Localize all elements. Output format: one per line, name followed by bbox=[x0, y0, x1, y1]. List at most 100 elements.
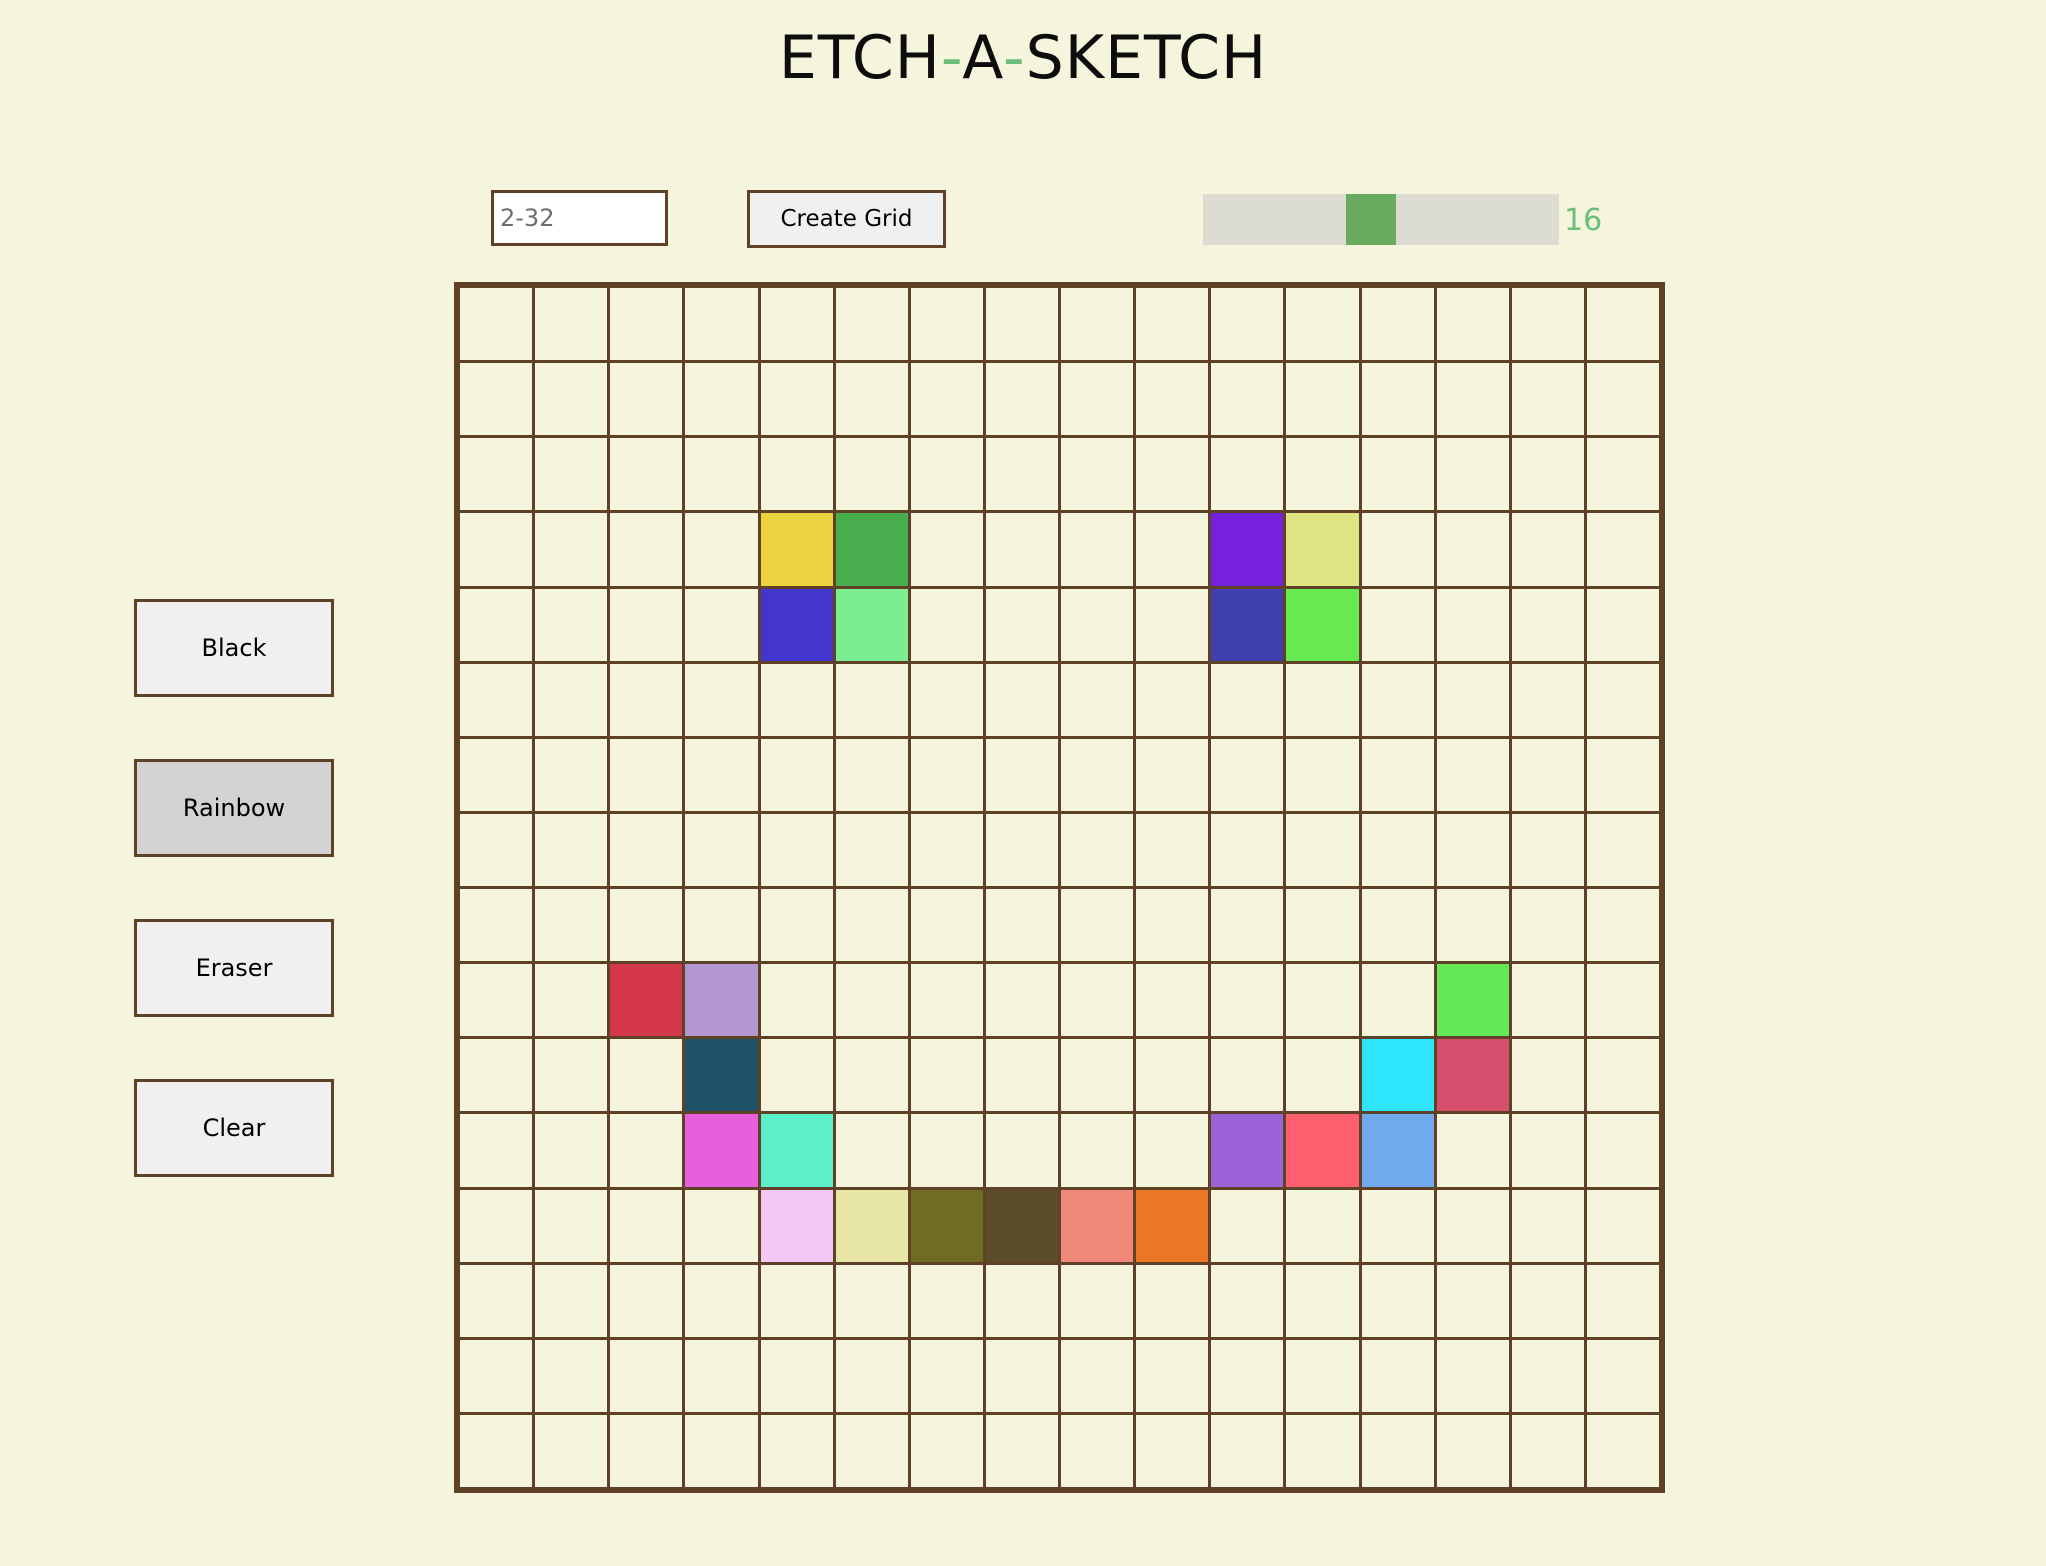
grid-cell[interactable] bbox=[985, 1414, 1058, 1487]
grid-cell[interactable] bbox=[1436, 964, 1509, 1037]
grid-cell[interactable] bbox=[985, 1114, 1058, 1187]
grid-cell[interactable] bbox=[460, 1189, 533, 1262]
grid-cell[interactable] bbox=[1061, 1039, 1134, 1112]
grid-cell[interactable] bbox=[1061, 1414, 1134, 1487]
grid-cell[interactable] bbox=[535, 363, 608, 436]
grid-cell[interactable] bbox=[1436, 1264, 1509, 1337]
grid-cell[interactable] bbox=[610, 964, 683, 1037]
grid-cell[interactable] bbox=[1586, 1264, 1659, 1337]
grid-cell[interactable] bbox=[685, 363, 758, 436]
grid-cell[interactable] bbox=[1211, 588, 1284, 661]
grid-cell[interactable] bbox=[910, 1339, 983, 1412]
grid-cell[interactable] bbox=[1061, 513, 1134, 586]
grid-cell[interactable] bbox=[1061, 964, 1134, 1037]
grid-cell[interactable] bbox=[760, 363, 833, 436]
grid-cell[interactable] bbox=[1136, 964, 1209, 1037]
grid-cell[interactable] bbox=[1286, 438, 1359, 511]
grid-cell[interactable] bbox=[760, 1189, 833, 1262]
grid-cell[interactable] bbox=[1061, 1264, 1134, 1337]
grid-cell[interactable] bbox=[1211, 1339, 1284, 1412]
grid-cell[interactable] bbox=[1061, 889, 1134, 962]
grid-cell[interactable] bbox=[1061, 738, 1134, 811]
grid-cell[interactable] bbox=[1286, 964, 1359, 1037]
grid-cell[interactable] bbox=[1361, 1414, 1434, 1487]
grid-cell[interactable] bbox=[460, 288, 533, 361]
grid-cell[interactable] bbox=[1136, 1039, 1209, 1112]
grid-cell[interactable] bbox=[910, 588, 983, 661]
grid-cell[interactable] bbox=[985, 288, 1058, 361]
grid-cell[interactable] bbox=[610, 889, 683, 962]
grid-cell[interactable] bbox=[1511, 438, 1584, 511]
grid-cell[interactable] bbox=[760, 288, 833, 361]
grid-cell[interactable] bbox=[1586, 964, 1659, 1037]
grid-cell[interactable] bbox=[1061, 1114, 1134, 1187]
grid-size-slider[interactable] bbox=[1203, 194, 1559, 245]
grid-cell[interactable] bbox=[1211, 363, 1284, 436]
grid-cell[interactable] bbox=[910, 1039, 983, 1112]
grid-cell[interactable] bbox=[1436, 288, 1509, 361]
grid-cell[interactable] bbox=[1361, 663, 1434, 736]
grid-cell[interactable] bbox=[535, 964, 608, 1037]
grid-cell[interactable] bbox=[910, 1189, 983, 1262]
grid-cell[interactable] bbox=[460, 738, 533, 811]
grid-cell[interactable] bbox=[610, 1189, 683, 1262]
grid-cell[interactable] bbox=[910, 438, 983, 511]
grid-cell[interactable] bbox=[910, 363, 983, 436]
grid-cell[interactable] bbox=[610, 813, 683, 886]
grid-cell[interactable] bbox=[1211, 288, 1284, 361]
grid-cell[interactable] bbox=[1436, 663, 1509, 736]
grid-size-input[interactable] bbox=[491, 190, 668, 246]
grid-cell[interactable] bbox=[910, 813, 983, 886]
grid-cell[interactable] bbox=[1211, 964, 1284, 1037]
grid-cell[interactable] bbox=[1136, 288, 1209, 361]
grid-cell[interactable] bbox=[1511, 1414, 1584, 1487]
grid-cell[interactable] bbox=[1436, 1039, 1509, 1112]
grid-cell[interactable] bbox=[460, 1264, 533, 1337]
grid-cell[interactable] bbox=[910, 738, 983, 811]
grid-cell[interactable] bbox=[685, 1189, 758, 1262]
grid-cell[interactable] bbox=[1286, 738, 1359, 811]
grid-cell[interactable] bbox=[460, 363, 533, 436]
grid-cell[interactable] bbox=[1436, 1414, 1509, 1487]
grid-cell[interactable] bbox=[1361, 1039, 1434, 1112]
grid-cell[interactable] bbox=[1136, 813, 1209, 886]
grid-cell[interactable] bbox=[1211, 1189, 1284, 1262]
grid-cell[interactable] bbox=[685, 288, 758, 361]
grid-cell[interactable] bbox=[1361, 964, 1434, 1037]
grid-cell[interactable] bbox=[535, 288, 608, 361]
grid-cell[interactable] bbox=[1136, 1189, 1209, 1262]
grid-cell[interactable] bbox=[685, 513, 758, 586]
grid-cell[interactable] bbox=[1286, 1039, 1359, 1112]
grid-cell[interactable] bbox=[985, 1339, 1058, 1412]
grid-cell[interactable] bbox=[835, 1039, 908, 1112]
grid-cell[interactable] bbox=[535, 738, 608, 811]
grid-cell[interactable] bbox=[835, 1114, 908, 1187]
grid-cell[interactable] bbox=[1361, 813, 1434, 886]
grid-cell[interactable] bbox=[685, 1339, 758, 1412]
grid-cell[interactable] bbox=[835, 964, 908, 1037]
grid-cell[interactable] bbox=[760, 1039, 833, 1112]
grid-cell[interactable] bbox=[685, 663, 758, 736]
grid-cell[interactable] bbox=[1211, 1414, 1284, 1487]
grid-cell[interactable] bbox=[535, 1039, 608, 1112]
grid-cell[interactable] bbox=[460, 513, 533, 586]
grid-cell[interactable] bbox=[1211, 738, 1284, 811]
grid-cell[interactable] bbox=[1586, 663, 1659, 736]
grid-cell[interactable] bbox=[610, 1339, 683, 1412]
eraser-mode-button[interactable]: Eraser bbox=[134, 919, 334, 1017]
grid-cell[interactable] bbox=[1286, 1264, 1359, 1337]
grid-cell[interactable] bbox=[910, 964, 983, 1037]
grid-cell[interactable] bbox=[1436, 588, 1509, 661]
grid-cell[interactable] bbox=[460, 1339, 533, 1412]
grid-cell[interactable] bbox=[1136, 1339, 1209, 1412]
grid-cell[interactable] bbox=[685, 1114, 758, 1187]
rainbow-mode-button[interactable]: Rainbow bbox=[134, 759, 334, 857]
black-mode-button[interactable]: Black bbox=[134, 599, 334, 697]
grid-cell[interactable] bbox=[1586, 738, 1659, 811]
grid-cell[interactable] bbox=[1211, 813, 1284, 886]
grid-cell[interactable] bbox=[610, 1039, 683, 1112]
grid-cell[interactable] bbox=[760, 1339, 833, 1412]
grid-cell[interactable] bbox=[1586, 1414, 1659, 1487]
grid-cell[interactable] bbox=[685, 889, 758, 962]
grid-cell[interactable] bbox=[1136, 663, 1209, 736]
